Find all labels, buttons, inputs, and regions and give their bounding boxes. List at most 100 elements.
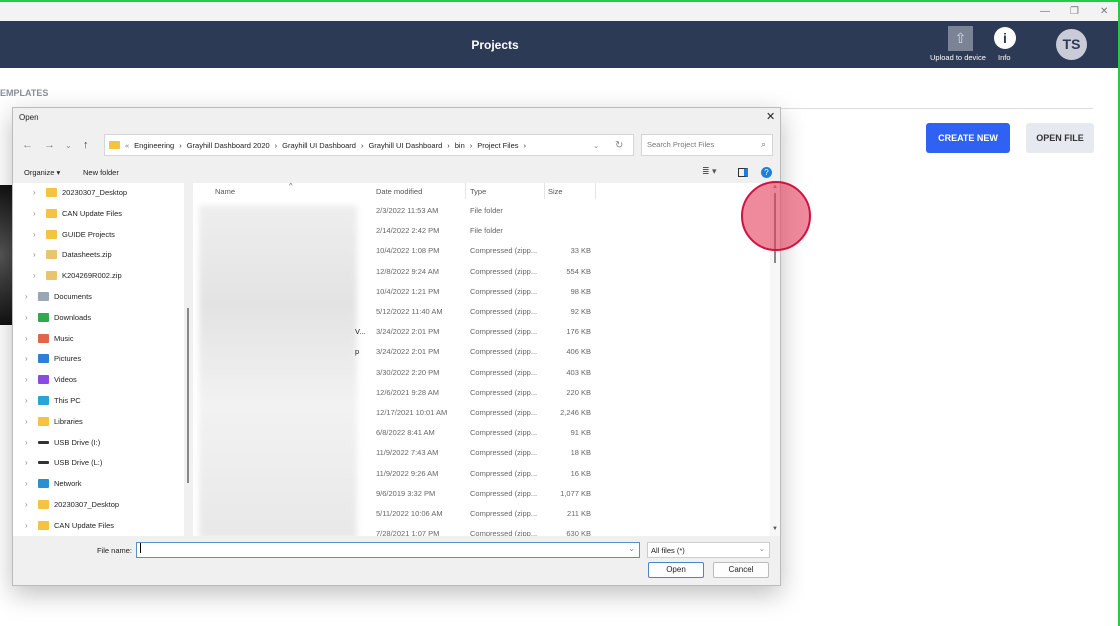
nav-item[interactable]: › Pictures (25, 354, 81, 364)
expand-chevron-icon[interactable]: › (33, 230, 41, 239)
file-name-dropdown-icon[interactable]: ⌄ (628, 544, 635, 553)
expand-chevron-icon[interactable]: › (25, 334, 33, 343)
address-bar[interactable]: « Engineering › Grayhill Dashboard 2020 › … (104, 134, 634, 156)
breadcrumb-dashboard-2020[interactable]: Grayhill Dashboard 2020 (187, 141, 270, 150)
address-dropdown-icon[interactable]: ⌄ (593, 141, 599, 150)
expand-chevron-icon[interactable]: › (25, 396, 33, 405)
close-icon[interactable]: ✕ (766, 110, 775, 123)
file-row[interactable]: 12/8/2022 9:24 AM Compressed (zipp... 554 … (193, 263, 770, 283)
new-folder-button[interactable]: New folder (83, 168, 119, 177)
file-row[interactable]: 11/9/2022 7:43 AM Compressed (zipp... 18 K… (193, 444, 770, 464)
file-row[interactable]: 7/28/2021 1:07 PM Compressed (zipp... 630 … (193, 525, 770, 536)
expand-chevron-icon[interactable]: › (33, 209, 41, 218)
cancel-button[interactable]: Cancel (713, 562, 769, 578)
file-row[interactable]: 6/8/2022 8:41 AM Compressed (zipp... 91 KB (193, 424, 770, 444)
avatar[interactable]: TS (1056, 29, 1087, 60)
expand-chevron-icon[interactable]: › (25, 438, 33, 447)
file-row[interactable]: 11/9/2022 9:26 AM Compressed (zipp... 16 K… (193, 465, 770, 485)
upload-to-device-label[interactable]: Upload to device (930, 53, 986, 62)
expand-chevron-icon[interactable]: › (25, 479, 33, 488)
expand-chevron-icon[interactable]: › (25, 354, 33, 363)
forward-arrow-icon[interactable]: → (44, 139, 55, 151)
column-size[interactable]: Size (548, 187, 563, 196)
view-options-icon[interactable]: ≣ ▾ (702, 166, 717, 177)
file-row[interactable]: 12/6/2021 9:28 AM Compressed (zipp... 220 … (193, 384, 770, 404)
column-type[interactable]: Type (470, 187, 486, 196)
expand-chevron-icon[interactable]: › (25, 458, 33, 467)
info-icon[interactable]: i (994, 27, 1016, 49)
column-name[interactable]: Name (215, 187, 235, 196)
nav-item[interactable]: › USB Drive (L:) (25, 458, 102, 467)
folder-icon (46, 188, 57, 197)
search-icon[interactable]: ⌕ (761, 139, 766, 150)
zip-folder-icon (46, 250, 57, 260)
organize-menu[interactable]: Organize ▾ (24, 168, 60, 177)
nav-item[interactable]: › This PC (25, 396, 81, 405)
nav-item[interactable]: › Documents (25, 292, 92, 301)
help-icon[interactable]: ? (761, 167, 772, 178)
expand-chevron-icon[interactable]: › (25, 375, 33, 384)
expand-chevron-icon[interactable]: › (33, 271, 41, 280)
breadcrumb-project-files[interactable]: Project Files (477, 141, 518, 150)
nav-item[interactable]: › USB Drive (I:) (25, 438, 100, 447)
expand-chevron-icon[interactable]: › (25, 500, 33, 509)
music-icon (38, 333, 49, 343)
expand-chevron-icon[interactable]: › (33, 188, 41, 197)
info-label[interactable]: Info (998, 53, 1011, 62)
file-row[interactable]: 10/4/2022 1:08 PM Compressed (zipp... 33 K… (193, 242, 770, 262)
expand-chevron-icon[interactable]: › (25, 292, 33, 301)
open-file-button[interactable]: OPEN FILE (1026, 123, 1094, 153)
nav-item[interactable]: › Music (25, 333, 74, 343)
file-row[interactable]: p 3/24/2022 2:01 PM Compressed (zipp... 406… (193, 343, 770, 363)
file-type-select[interactable]: All files (*) ⌄ (647, 542, 770, 558)
nav-item[interactable]: › K204269R002.zip (33, 271, 122, 281)
file-row[interactable]: 3/30/2022 2:20 PM Compressed (zipp... 403 … (193, 364, 770, 384)
nav-item[interactable]: › Downloads (25, 312, 91, 322)
file-row[interactable]: 2/3/2022 11:53 AM File folder (193, 202, 770, 222)
network-icon (38, 479, 49, 489)
file-row[interactable]: 10/4/2022 1:21 PM Compressed (zipp... 98 K… (193, 283, 770, 303)
back-arrow-icon[interactable]: ← (22, 139, 33, 151)
nav-item[interactable]: › 20230307_Desktop (33, 188, 127, 197)
expand-chevron-icon[interactable]: › (25, 417, 33, 426)
create-new-button[interactable]: CREATE NEW (926, 123, 1010, 153)
breadcrumb-engineering[interactable]: Engineering (134, 141, 174, 150)
minimize-button[interactable]: — (1040, 6, 1050, 17)
nav-item[interactable]: › 20230307_Desktop (25, 500, 119, 509)
templates-tab[interactable]: EMPLATES (0, 88, 48, 98)
file-row[interactable]: 5/12/2022 11:40 AM Compressed (zipp... 92 … (193, 303, 770, 323)
nav-item[interactable]: › CAN Update Files (25, 520, 114, 530)
column-date-modified[interactable]: Date modified (376, 187, 422, 196)
nav-item[interactable]: › Videos (25, 375, 77, 385)
nav-item[interactable]: › CAN Update Files (33, 208, 122, 218)
open-button[interactable]: Open (648, 562, 704, 578)
expand-chevron-icon[interactable]: › (25, 313, 33, 322)
file-row[interactable]: 5/11/2022 10:06 AM Compressed (zipp... 211… (193, 505, 770, 525)
upload-icon[interactable]: ⇧ (948, 26, 973, 51)
file-row[interactable]: V... 3/24/2022 2:01 PM Compressed (zipp...… (193, 323, 770, 343)
breadcrumb-ui-dashboard[interactable]: Grayhill UI Dashboard (282, 141, 356, 150)
refresh-icon[interactable]: ↻ (615, 140, 623, 151)
expand-chevron-icon[interactable]: › (33, 250, 41, 259)
file-name-input[interactable]: ⌄ (136, 542, 640, 558)
recent-chevron-icon[interactable]: ⌄ (65, 141, 72, 150)
file-date: 3/24/2022 2:01 PM (376, 327, 440, 337)
search-input[interactable]: Search Project Files ⌕ (641, 134, 773, 156)
nav-item-label: USB Drive (I:) (54, 437, 101, 447)
file-row[interactable]: 12/17/2021 10:01 AM Compressed (zipp... 2,… (193, 404, 770, 424)
preview-pane-icon[interactable] (738, 168, 748, 177)
breadcrumb-bin[interactable]: bin (455, 141, 465, 150)
nav-item[interactable]: › Network (25, 479, 82, 489)
restore-button[interactable]: ❐ (1070, 6, 1079, 17)
file-row[interactable]: 9/6/2019 3:32 PM Compressed (zipp... 1,077… (193, 485, 770, 505)
nav-item[interactable]: › Libraries (25, 416, 83, 426)
nav-pane-scrollbar[interactable] (187, 308, 189, 483)
up-arrow-icon[interactable]: ↑ (83, 139, 89, 151)
nav-item[interactable]: › GUIDE Projects (33, 229, 115, 239)
breadcrumb-ui-dashboard-2[interactable]: Grayhill UI Dashboard (368, 141, 442, 150)
file-list: Name ^ Date modified Type Size 2/3/2022 … (193, 183, 770, 536)
nav-item[interactable]: › Datasheets.zip (33, 250, 112, 260)
close-window-button[interactable]: ✕ (1100, 6, 1108, 17)
expand-chevron-icon[interactable]: › (25, 521, 33, 530)
file-row[interactable]: 2/14/2022 2:42 PM File folder (193, 222, 770, 242)
